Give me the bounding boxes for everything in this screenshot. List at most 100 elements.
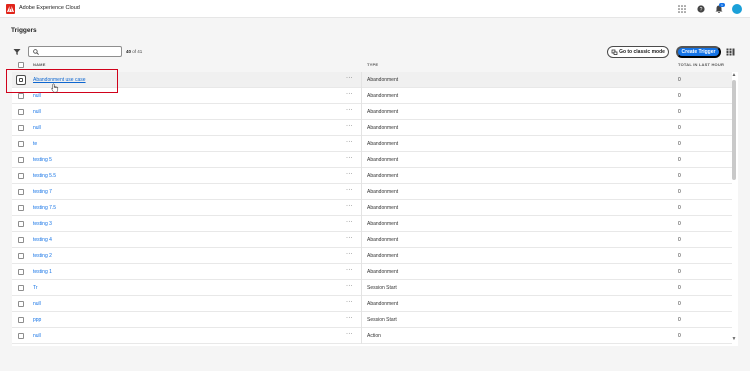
row-checkbox[interactable]: [18, 237, 24, 243]
table-row[interactable]: null ··· Abandonment 0: [12, 104, 732, 120]
table-row[interactable]: null ··· Abandonment 0: [12, 88, 732, 104]
row-checkbox[interactable]: [18, 173, 24, 179]
more-actions-icon[interactable]: ···: [346, 235, 353, 241]
trigger-name-link[interactable]: testing 5: [33, 157, 52, 163]
row-checkbox[interactable]: [18, 109, 24, 115]
trigger-name-link[interactable]: testing 2: [33, 253, 52, 259]
more-actions-icon[interactable]: ···: [346, 219, 353, 225]
table-row[interactable]: Tr ··· Session Start 0: [12, 280, 732, 296]
filter-icon[interactable]: [13, 48, 21, 56]
row-checkbox[interactable]: [18, 285, 24, 291]
row-checkbox[interactable]: [18, 269, 24, 275]
more-actions-icon[interactable]: ···: [346, 251, 353, 257]
table-row[interactable]: testing 5 ··· Abandonment 0: [12, 152, 732, 168]
column-divider: [361, 200, 362, 216]
classic-mode-button[interactable]: Go to classic mode: [607, 46, 669, 58]
row-checkbox[interactable]: [18, 253, 24, 259]
trigger-name-link[interactable]: null: [33, 125, 41, 131]
adobe-logo-icon[interactable]: [6, 4, 15, 14]
table-row[interactable]: null ··· Abandonment 0: [12, 120, 732, 136]
table-row[interactable]: null ··· Abandonment 0: [12, 296, 732, 312]
help-icon[interactable]: ?: [696, 4, 706, 14]
trigger-type: Abandonment: [367, 205, 399, 211]
row-checkbox[interactable]: [18, 141, 24, 147]
table-row[interactable]: null ··· Action 0: [12, 328, 732, 344]
column-header-total[interactable]: TOTAL IN LAST HOUR: [678, 62, 724, 70]
more-actions-icon[interactable]: ···: [346, 107, 353, 113]
row-checkbox[interactable]: [18, 125, 24, 131]
trigger-total: 0: [678, 141, 681, 147]
create-trigger-button[interactable]: Create Trigger: [676, 46, 721, 58]
count-shown: 40: [126, 49, 132, 54]
more-actions-icon[interactable]: ···: [346, 331, 353, 337]
trigger-name-link[interactable]: testing 7.5: [33, 205, 56, 211]
search-field[interactable]: [28, 46, 122, 57]
table-row[interactable]: testing 5.5 ··· Abandonment 0: [12, 168, 732, 184]
scroll-thumb[interactable]: [732, 80, 736, 180]
more-actions-icon[interactable]: ···: [346, 283, 353, 289]
app-title[interactable]: Adobe Experience Cloud: [19, 5, 80, 11]
column-divider: [361, 296, 362, 312]
more-actions-icon[interactable]: ···: [346, 203, 353, 209]
more-actions-icon[interactable]: ···: [346, 267, 353, 273]
more-actions-icon[interactable]: ···: [346, 299, 353, 305]
trigger-total: 0: [678, 253, 681, 259]
trigger-name-link[interactable]: null: [33, 301, 41, 307]
trigger-name-link[interactable]: testing 1: [33, 269, 52, 275]
more-actions-icon[interactable]: ···: [346, 187, 353, 193]
row-checkbox[interactable]: [18, 189, 24, 195]
row-checkbox[interactable]: [18, 221, 24, 227]
more-actions-icon[interactable]: ···: [346, 91, 353, 97]
more-actions-icon[interactable]: ···: [346, 139, 353, 145]
table-row[interactable]: ppp ··· Session Start 0: [12, 312, 732, 328]
table-row[interactable]: testing 1 ··· Abandonment 0: [12, 264, 732, 280]
table-row[interactable]: testing 7.5 ··· Abandonment 0: [12, 200, 732, 216]
table-row[interactable]: testing 2 ··· Abandonment 0: [12, 248, 732, 264]
trigger-type: Abandonment: [367, 301, 399, 307]
trigger-name-link[interactable]: Tr: [33, 285, 38, 291]
trigger-name-link[interactable]: testing 7: [33, 189, 52, 195]
trigger-name-link[interactable]: testing 3: [33, 221, 52, 227]
row-checkbox[interactable]: [18, 333, 24, 339]
more-actions-icon[interactable]: ···: [346, 171, 353, 177]
row-checkbox[interactable]: [18, 157, 24, 163]
row-checkbox[interactable]: [18, 317, 24, 323]
trigger-total: 0: [678, 93, 681, 99]
trigger-name-link[interactable]: null: [33, 333, 41, 339]
trigger-name-link[interactable]: testing 4: [33, 237, 52, 243]
trigger-name-link[interactable]: te: [33, 141, 37, 147]
column-settings-icon[interactable]: [726, 48, 735, 56]
row-checkbox[interactable]: [18, 205, 24, 211]
more-actions-icon[interactable]: ···: [346, 123, 353, 129]
more-actions-icon[interactable]: ···: [346, 155, 353, 161]
table-scrollbar[interactable]: ▲ ▼: [731, 72, 737, 344]
trigger-type: Abandonment: [367, 77, 399, 83]
table-row[interactable]: te ··· Abandonment 0: [12, 136, 732, 152]
notification-badge: 1: [719, 3, 725, 7]
table-row[interactable]: testing 7 ··· Abandonment 0: [12, 184, 732, 200]
column-header-type[interactable]: TYPE: [367, 62, 378, 70]
count-total: of 41: [132, 49, 143, 54]
column-divider: [361, 104, 362, 120]
table-row[interactable]: Abandonment use case ··· Abandonment 0: [12, 72, 732, 88]
trigger-name-link[interactable]: testing 5.5: [33, 173, 56, 179]
select-all-checkbox[interactable]: [18, 62, 24, 68]
more-actions-icon[interactable]: ···: [346, 315, 353, 321]
scroll-up-icon[interactable]: ▲: [731, 72, 737, 78]
trigger-type: Abandonment: [367, 221, 399, 227]
search-input[interactable]: [43, 48, 119, 56]
table-row[interactable]: testing 3 ··· Abandonment 0: [12, 216, 732, 232]
more-actions-icon[interactable]: ···: [346, 75, 353, 81]
apps-grid-icon[interactable]: [677, 4, 687, 14]
classic-mode-label: Go to classic mode: [619, 49, 665, 55]
focused-row-checkbox[interactable]: [16, 75, 26, 85]
trigger-name-link[interactable]: ppp: [33, 317, 41, 323]
row-checkbox[interactable]: [18, 301, 24, 307]
table-row[interactable]: testing 4 ··· Abandonment 0: [12, 232, 732, 248]
row-checkbox[interactable]: [18, 93, 24, 99]
column-divider: [361, 312, 362, 328]
trigger-name-link[interactable]: null: [33, 109, 41, 115]
trigger-name-link[interactable]: null: [33, 93, 41, 99]
scroll-down-icon[interactable]: ▼: [731, 336, 737, 342]
avatar[interactable]: [732, 4, 742, 14]
